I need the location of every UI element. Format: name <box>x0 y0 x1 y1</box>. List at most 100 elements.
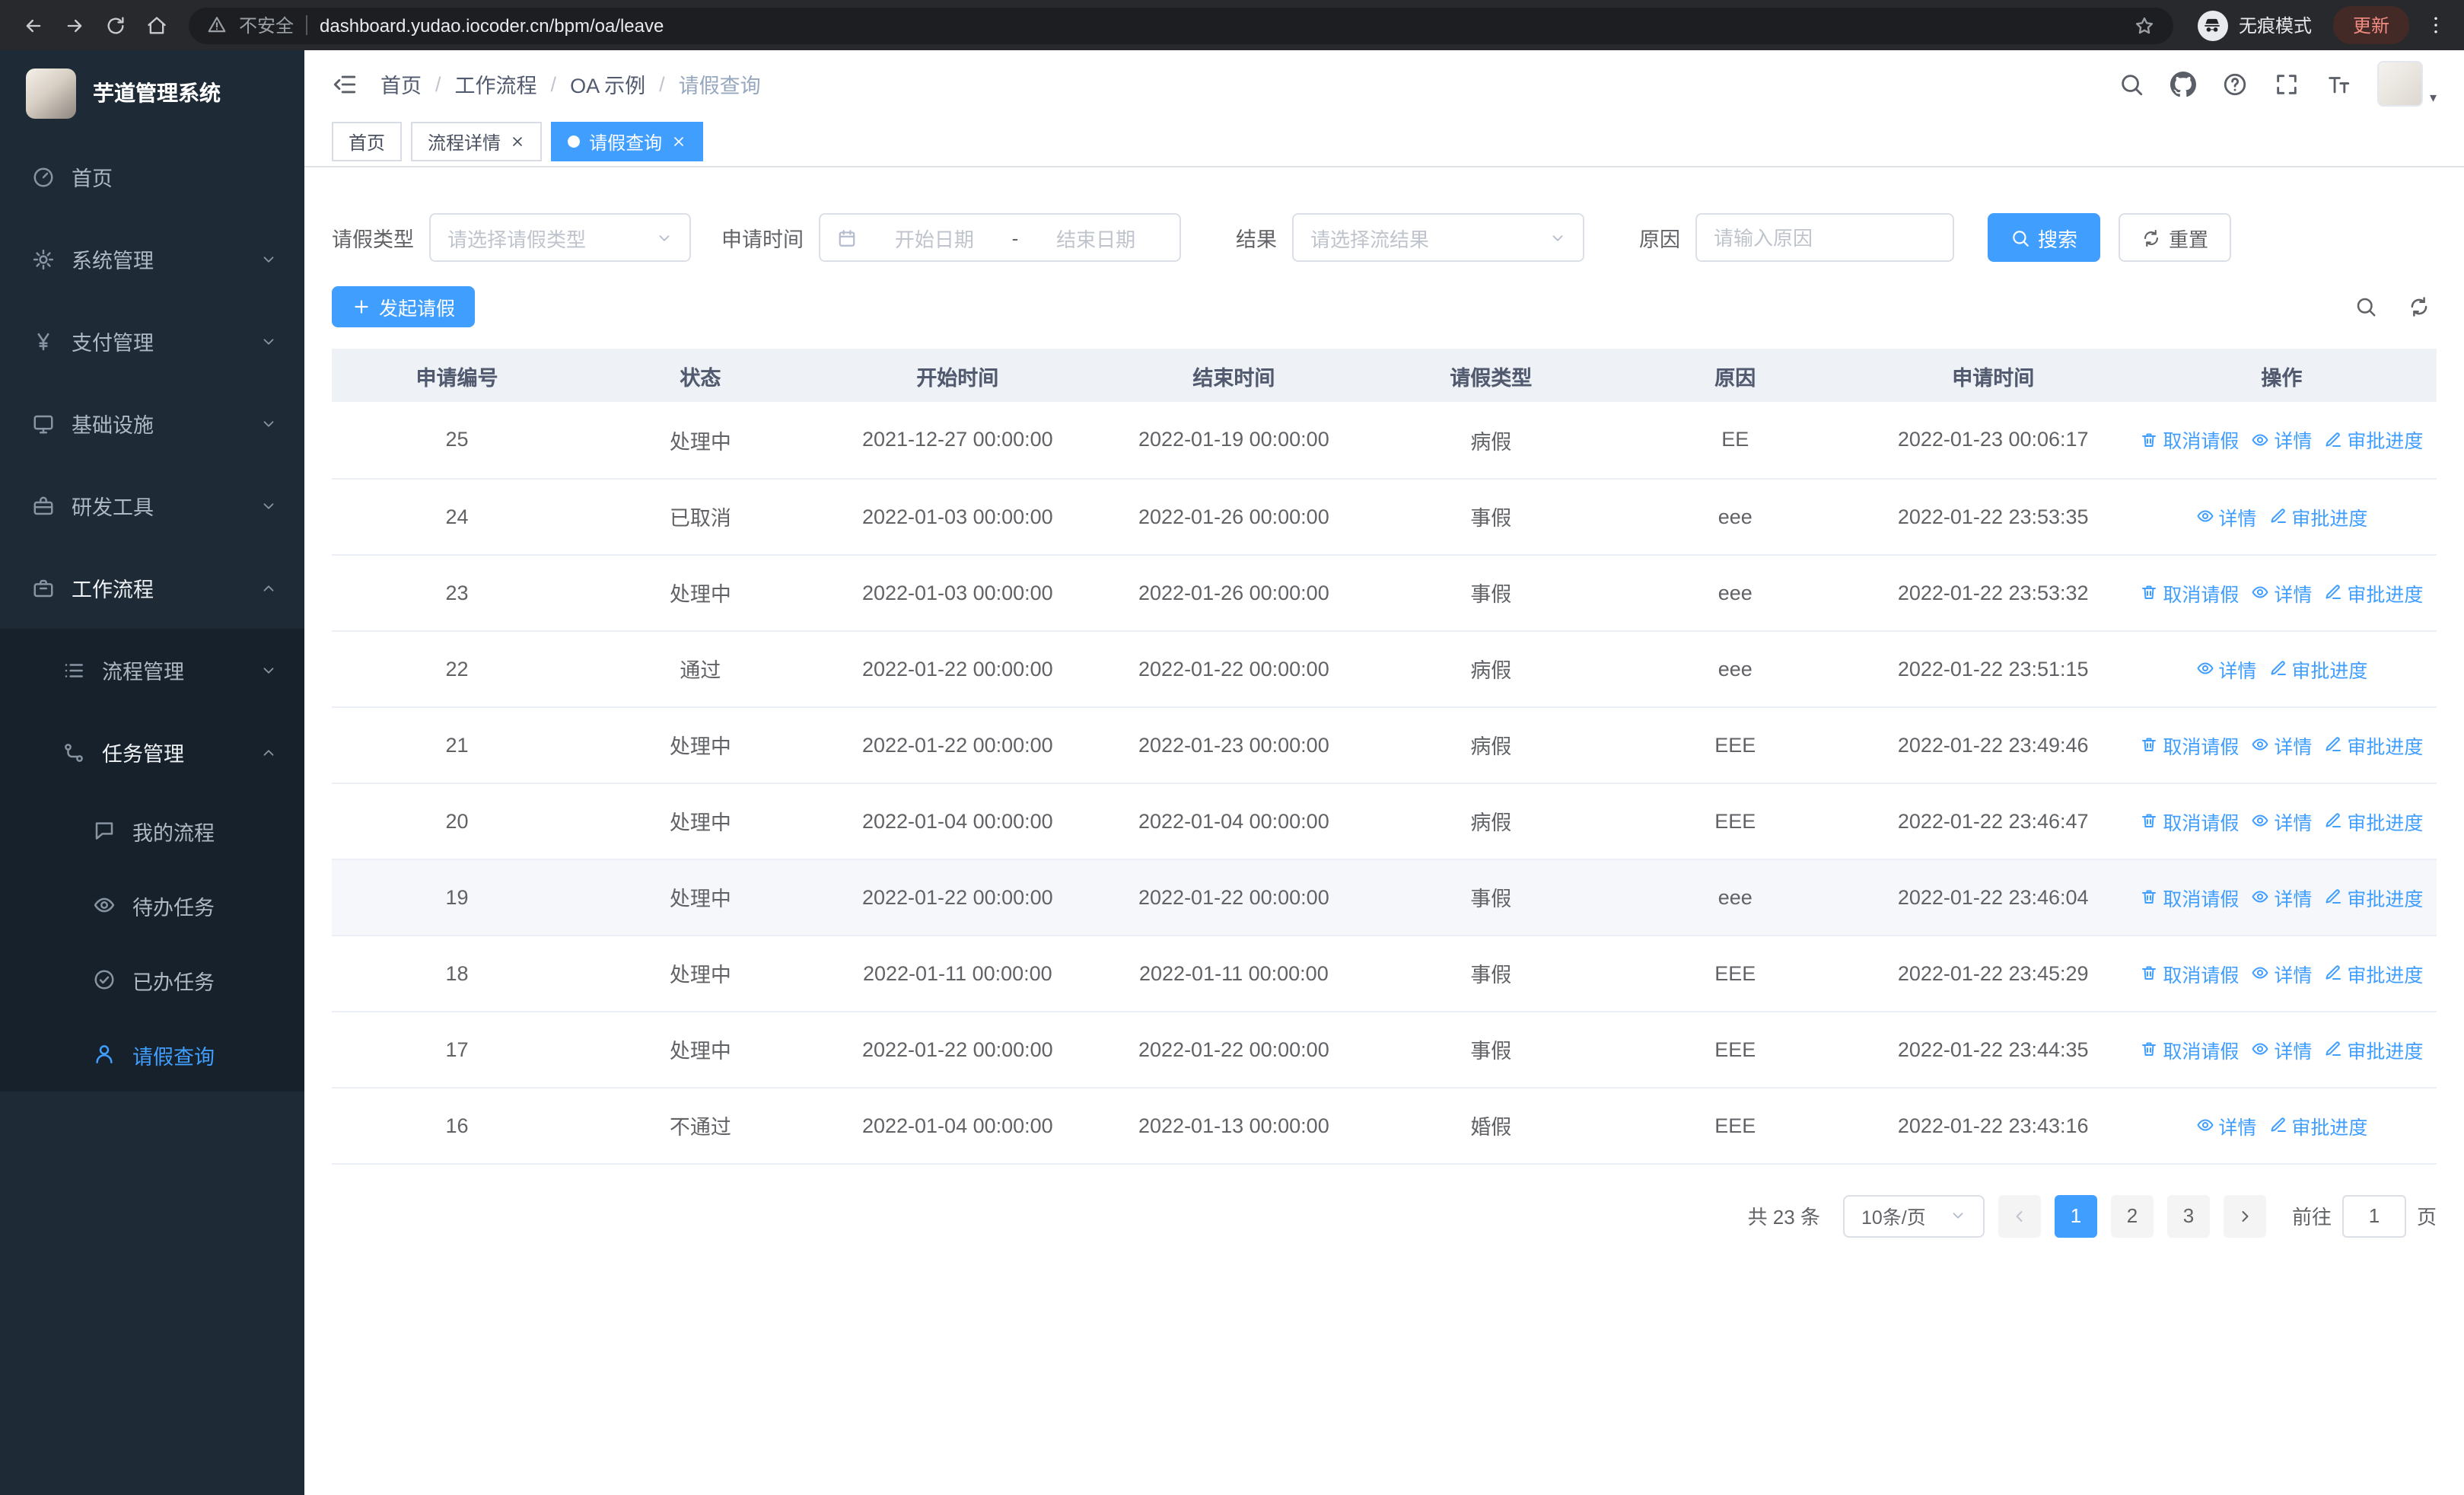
sidebar-item-infrastructure[interactable]: 基础设施 <box>0 382 304 464</box>
tab-请假查询[interactable]: 请假查询 <box>551 122 704 161</box>
detail-link[interactable]: 详情 <box>2251 958 2312 987</box>
reset-button[interactable]: 重置 <box>2119 213 2232 262</box>
bookmark-star-icon[interactable] <box>2134 14 2155 36</box>
browser-menu-icon[interactable] <box>2418 14 2452 37</box>
progress-label: 审批进度 <box>2347 964 2424 986</box>
branch-icon <box>62 741 85 763</box>
cancel-link[interactable]: 取消请假 <box>2140 1034 2239 1063</box>
cell-status: 处理中 <box>581 706 819 783</box>
search-button[interactable]: 搜索 <box>1988 213 2101 262</box>
user-avatar[interactable]: ▾ <box>2377 61 2437 107</box>
progress-link[interactable]: 审批进度 <box>2324 578 2423 607</box>
progress-link[interactable]: 审批进度 <box>2324 426 2423 454</box>
close-icon[interactable] <box>671 134 686 149</box>
goto-label: 前往 <box>2291 1206 2332 1229</box>
browser-back-icon[interactable] <box>12 5 53 46</box>
fullscreen-icon[interactable] <box>2275 71 2300 97</box>
page-button-1[interactable]: 1 <box>2054 1194 2097 1237</box>
cancel-link[interactable]: 取消请假 <box>2140 426 2239 454</box>
breadcrumb-item[interactable]: OA 示例 <box>570 69 645 99</box>
progress-label: 审批进度 <box>2347 736 2424 757</box>
detail-link[interactable]: 详情 <box>2195 502 2256 531</box>
sidebar-item-my-process[interactable]: 我的流程 <box>0 793 304 868</box>
cancel-label: 取消请假 <box>2163 812 2240 834</box>
cell-status: 处理中 <box>581 402 819 479</box>
progress-link[interactable]: 审批进度 <box>2268 1111 2367 1140</box>
sidebar-item-dev-tools[interactable]: 研发工具 <box>0 464 304 547</box>
progress-link[interactable]: 审批进度 <box>2324 730 2423 759</box>
main: 首页/工作流程/OA 示例/请假查询 ▾ 首页流程详情请假查询 <box>304 50 2464 1495</box>
prev-page-button[interactable] <box>1998 1194 2041 1237</box>
avatar[interactable] <box>2377 61 2424 107</box>
detail-link[interactable]: 详情 <box>2251 730 2312 759</box>
browser-reload-icon[interactable] <box>94 5 135 46</box>
eye-icon <box>2251 811 2269 830</box>
sidebar-item-home[interactable]: 首页 <box>0 135 304 218</box>
progress-link[interactable]: 审批进度 <box>2268 502 2367 531</box>
trash-icon <box>2140 431 2158 449</box>
update-button[interactable]: 更新 <box>2332 6 2409 44</box>
page-size-select[interactable]: 10条/页 <box>1842 1194 1985 1237</box>
cell-end-time: 2022-01-11 00:00:00 <box>1096 935 1371 1012</box>
sidebar-item-leave-query[interactable]: 请假查询 <box>0 1017 304 1092</box>
reason-input[interactable] <box>1695 213 1954 262</box>
cancel-link[interactable]: 取消请假 <box>2140 958 2239 987</box>
cancel-link[interactable]: 取消请假 <box>2140 806 2239 835</box>
font-size-icon[interactable] <box>2326 71 2352 97</box>
trash-icon <box>2140 811 2158 830</box>
page-button-3[interactable]: 3 <box>2166 1194 2210 1237</box>
goto-page-input[interactable] <box>2341 1194 2406 1237</box>
address-bar[interactable]: 不安全 dashboard.yudao.iocoder.cn/bpm/oa/le… <box>189 7 2173 43</box>
result-select[interactable]: 请选择流结果 <box>1292 213 1584 262</box>
detail-label: 详情 <box>2274 812 2313 834</box>
cancel-link[interactable]: 取消请假 <box>2140 730 2239 759</box>
breadcrumb-item[interactable]: 首页 <box>380 69 422 99</box>
list-icon <box>62 658 85 681</box>
refresh-table-icon[interactable] <box>2408 295 2431 318</box>
browser-home-icon[interactable] <box>135 5 177 46</box>
cell-status: 已取消 <box>581 478 819 555</box>
progress-link[interactable]: 审批进度 <box>2268 654 2367 683</box>
github-icon[interactable] <box>2170 71 2197 97</box>
sidebar-item-workflow[interactable]: 工作流程 <box>0 547 304 629</box>
sidebar-item-process-management[interactable]: 流程管理 <box>0 629 304 711</box>
sidebar-fold-icon[interactable] <box>332 71 358 97</box>
detail-link[interactable]: 详情 <box>2251 882 2312 911</box>
detail-link[interactable]: 详情 <box>2195 654 2256 683</box>
detail-link[interactable]: 详情 <box>2251 426 2312 454</box>
sidebar-item-task-management[interactable]: 任务管理 <box>0 711 304 793</box>
progress-link[interactable]: 审批进度 <box>2324 1034 2423 1063</box>
sidebar-item-done-task[interactable]: 已办任务 <box>0 942 304 1017</box>
create-leave-button[interactable]: 发起请假 <box>332 286 476 327</box>
cancel-link[interactable]: 取消请假 <box>2140 578 2239 607</box>
tab-首页[interactable]: 首页 <box>332 122 403 161</box>
page-unit-label: 页 <box>2416 1206 2437 1229</box>
next-page-button[interactable] <box>2223 1194 2266 1237</box>
progress-link[interactable]: 审批进度 <box>2324 958 2423 987</box>
cancel-link[interactable]: 取消请假 <box>2140 882 2239 911</box>
search-icon[interactable] <box>2119 71 2145 97</box>
detail-link[interactable]: 详情 <box>2251 578 2312 607</box>
apply-time-range[interactable]: 开始日期 - 结束日期 <box>819 213 1181 262</box>
table-row: 21 处理中 2022-01-22 00:00:00 2022-01-23 00:00… <box>332 706 2437 783</box>
column-header: 申请编号 <box>332 349 582 402</box>
cell-leave-type: 事假 <box>1370 554 1611 631</box>
tab-流程详情[interactable]: 流程详情 <box>411 122 543 161</box>
breadcrumb-item[interactable]: 工作流程 <box>455 69 537 99</box>
total-count: 共 23 条 <box>1747 1206 1820 1229</box>
detail-link[interactable]: 详情 <box>2195 1111 2256 1140</box>
toggle-search-icon[interactable] <box>2354 295 2377 318</box>
sidebar-item-payment-management[interactable]: 支付管理 <box>0 300 304 382</box>
leave-type-select[interactable]: 请选择请假类型 <box>429 213 691 262</box>
progress-link[interactable]: 审批进度 <box>2324 806 2423 835</box>
help-icon[interactable] <box>2223 71 2249 97</box>
browser-forward-icon[interactable] <box>53 5 94 46</box>
progress-link[interactable]: 审批进度 <box>2324 882 2423 911</box>
sidebar-item-system-management[interactable]: 系统管理 <box>0 218 304 300</box>
sidebar-item-todo-task[interactable]: 待办任务 <box>0 868 304 942</box>
detail-link[interactable]: 详情 <box>2251 1034 2312 1063</box>
gear-icon <box>32 247 55 270</box>
close-icon[interactable] <box>510 134 525 149</box>
page-button-2[interactable]: 2 <box>2110 1194 2154 1237</box>
detail-link[interactable]: 详情 <box>2251 806 2312 835</box>
